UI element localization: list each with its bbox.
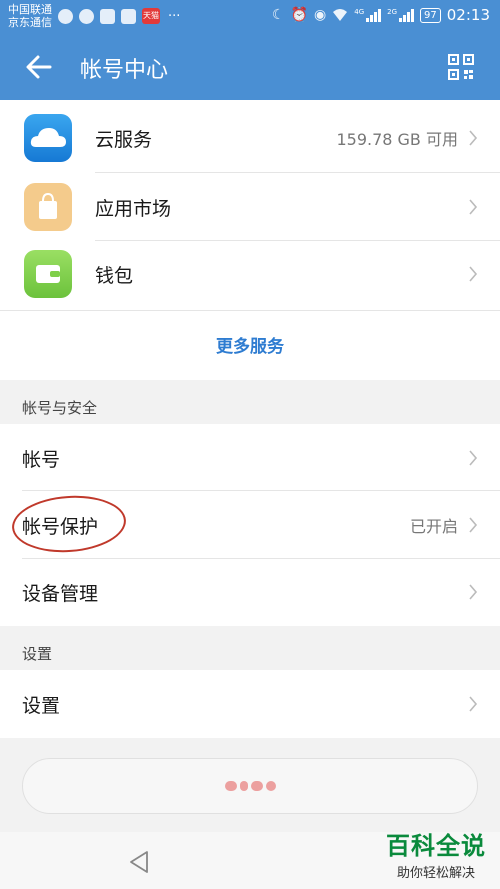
app-bar: 帐号中心: [0, 34, 500, 100]
more-services-link[interactable]: 更多服务: [0, 332, 500, 357]
logout-button[interactable]: [22, 758, 478, 814]
back-arrow-icon[interactable]: [22, 50, 56, 84]
services-item-wallet[interactable]: 钱包: [0, 240, 500, 308]
account-protection-label: 帐号保护: [22, 515, 99, 538]
chevron-right-icon: [469, 199, 478, 215]
settings-item-label: 设置: [22, 694, 61, 717]
device-management-item[interactable]: 设备管理: [0, 558, 500, 626]
services-item-app-market[interactable]: 应用市场: [0, 173, 500, 241]
app-notification-icon: [100, 8, 115, 24]
account-item-label: 帐号: [22, 448, 61, 471]
watermark-title: 百科全说: [386, 832, 486, 860]
chat-bubble-icon: [58, 8, 73, 24]
divider: [0, 310, 500, 311]
chevron-right-icon: [469, 584, 478, 600]
clock: 02:13: [446, 6, 490, 24]
services-item-label: 云服务: [95, 128, 153, 151]
cloud-icon: [24, 114, 72, 162]
carrier-labels: 中国联通 京东通信: [8, 3, 52, 29]
more-notifications-icon: ···: [168, 8, 181, 24]
shopping-bag-icon: [24, 183, 72, 231]
account-protection-status: 已开启: [409, 517, 458, 536]
wifi-icon: [333, 9, 348, 21]
chevron-right-icon: [469, 130, 478, 146]
watermark-logo: 百科全说 助你轻松解决: [386, 826, 486, 881]
section-header-settings: 设置: [22, 645, 53, 663]
chevron-right-icon: [469, 266, 478, 282]
qr-code-icon[interactable]: [448, 54, 474, 80]
services-item-label: 钱包: [95, 264, 134, 287]
chevron-right-icon: [469, 696, 478, 712]
page-title: 帐号中心: [80, 58, 169, 83]
chevron-right-icon: [469, 517, 478, 533]
chevron-right-icon: [469, 450, 478, 466]
signal-2g-icon: 2G: [387, 8, 415, 22]
section-header-account-security: 帐号与安全: [22, 399, 98, 417]
settings-item[interactable]: 设置: [0, 670, 500, 738]
account-item[interactable]: 帐号: [0, 424, 500, 492]
book-icon: [121, 8, 136, 24]
obscured-label: [224, 781, 276, 791]
carrier-1: 中国联通: [8, 3, 52, 16]
account-protection-item[interactable]: 帐号保护 已开启: [0, 491, 500, 559]
wallet-icon: [24, 250, 72, 298]
services-item-cloud[interactable]: 云服务 159.78 GB 可用: [0, 104, 500, 172]
network-4g-label: 4G: [354, 8, 365, 16]
battery-icon: 97: [420, 7, 441, 23]
tmall-icon: 天猫: [142, 8, 160, 24]
eye-icon: ◉: [314, 7, 327, 23]
status-bar: 中国联通 京东通信 天猫 ··· ☾ ⏰ ◉ 4G 2G 97 02:13: [0, 0, 500, 34]
nav-back-icon[interactable]: [128, 850, 150, 874]
system-status: ☾ ⏰ ◉ 4G 2G 97 02:13: [272, 6, 490, 24]
account-security-card: 帐号 帐号保护 已开启 设备管理: [0, 424, 500, 626]
signal-4g-icon: 4G: [354, 8, 382, 22]
alarm-icon: ⏰: [290, 7, 309, 23]
services-card: 云服务 159.78 GB 可用 应用市场 钱包 更多服务: [0, 100, 500, 380]
moon-icon: ☾: [272, 7, 285, 23]
carrier-2: 京东通信: [8, 16, 52, 29]
device-management-label: 设备管理: [22, 582, 99, 605]
services-item-label: 应用市场: [95, 197, 172, 220]
network-2g-label: 2G: [387, 8, 398, 16]
app-notification-icon: [79, 8, 94, 24]
notification-icons: 天猫 ···: [58, 8, 180, 24]
settings-card: 设置: [0, 670, 500, 738]
services-item-value: 159.78 GB 可用: [336, 130, 458, 149]
watermark-subtitle: 助你轻松解决: [396, 866, 475, 881]
